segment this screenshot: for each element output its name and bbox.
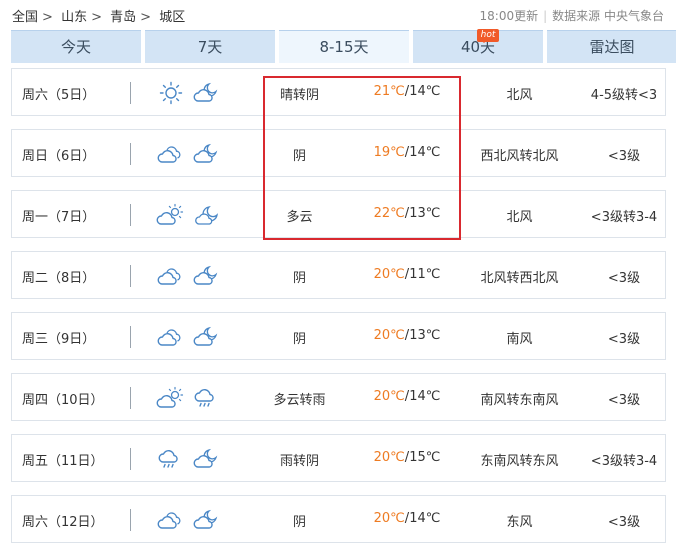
weather-description: 多云转雨	[273, 393, 326, 408]
cloudy-night-icon	[192, 264, 222, 288]
rain-icon	[156, 447, 186, 471]
low-temp: 11℃	[409, 267, 441, 282]
cloudy-night-icon	[192, 447, 222, 471]
wind-level: 4-5级转<3	[590, 88, 658, 103]
low-temp: 14℃	[409, 511, 441, 526]
wind-direction: 南风转东南风	[480, 393, 559, 408]
tab-label: 8-15天	[319, 38, 369, 56]
tab-label: 雷达图	[589, 38, 635, 56]
breadcrumb-province[interactable]: 山东	[61, 10, 87, 25]
day-label: 周二（8日）	[22, 271, 96, 286]
overcast-icon	[156, 325, 186, 349]
low-temp: 14℃	[409, 389, 441, 404]
temperature: 20℃/11℃	[362, 267, 452, 282]
high-temp: 20℃	[373, 450, 405, 465]
wind-level: <3级	[607, 149, 641, 164]
wind-direction: 北风转西北风	[480, 271, 559, 286]
day-label: 周日（6日）	[22, 149, 96, 164]
wind-direction: 东风	[506, 515, 533, 530]
divider	[130, 448, 131, 470]
temperature: 20℃/13℃	[362, 328, 452, 343]
overcast-icon	[156, 508, 186, 532]
weather-description: 阴	[292, 271, 306, 286]
wind-level: <3级	[607, 393, 641, 408]
tab-8-15-days[interactable]: 8-15天	[279, 30, 409, 63]
weather-description: 雨转阴	[279, 454, 319, 469]
wind-direction: 北风	[506, 88, 533, 103]
forecast-row: 周五（11日） 雨转阴 20℃/15℃ 东南风转东风 <3级转3-4	[11, 434, 666, 482]
breadcrumb: 全国 > 山东 > 青岛 > 城区	[12, 6, 188, 25]
cloudy-night-icon	[192, 142, 222, 166]
day-label: 周五（11日）	[22, 454, 104, 469]
wind-level: <3级	[607, 515, 641, 530]
divider	[130, 387, 131, 409]
breadcrumb-city[interactable]: 青岛	[110, 10, 136, 25]
cloudy-night-icon	[192, 81, 222, 105]
high-temp: 20℃	[373, 328, 405, 343]
rain-icon	[192, 386, 222, 410]
high-temp: 20℃	[373, 389, 405, 404]
forecast-row: 周三（9日） 阴 20℃/13℃ 南风 <3级	[11, 312, 666, 360]
wind-level: <3级转3-4	[590, 454, 658, 469]
divider	[130, 326, 131, 348]
breadcrumb-separator: >	[140, 10, 152, 25]
day-label: 周四（10日）	[22, 393, 104, 408]
wind-level: <3级转3-4	[590, 210, 658, 225]
weather-description: 阴	[292, 332, 306, 347]
moon-icon	[192, 203, 222, 227]
partly-cloudy-icon	[156, 203, 186, 227]
day-label: 周六（12日）	[22, 515, 104, 530]
low-temp: 13℃	[409, 328, 441, 343]
breadcrumb-separator: >	[91, 10, 102, 25]
tab-7-days[interactable]: 7天	[145, 30, 275, 63]
low-temp: 15℃	[409, 450, 441, 465]
day-label: 周一（7日）	[22, 210, 96, 225]
divider	[130, 265, 131, 287]
hot-badge: hot	[477, 29, 499, 43]
weather-description: 阴	[292, 515, 306, 530]
breadcrumb-separator: >	[42, 10, 53, 25]
data-source: 数据来源 中央气象台	[552, 9, 664, 23]
wind-level: <3级	[607, 271, 641, 286]
update-info: 18:00更新 | 数据来源 中央气象台	[480, 7, 664, 24]
day-label: 周六（5日）	[22, 88, 96, 103]
cloudy-night-icon	[192, 325, 222, 349]
forecast-row: 周六（12日） 阴 20℃/14℃ 东风 <3级	[11, 495, 666, 543]
divider: |	[543, 9, 548, 23]
temperature: 20℃/15℃	[362, 450, 452, 465]
update-time: 18:00更新	[479, 9, 539, 23]
breadcrumb-national[interactable]: 全国	[12, 10, 38, 25]
sun-icon	[156, 81, 186, 105]
forecast-row: 周二（8日） 阴 20℃/11℃ 北风转西北风 <3级	[11, 251, 666, 299]
tab-label: 7天	[197, 38, 223, 56]
high-temp: 20℃	[373, 267, 405, 282]
tab-40-days[interactable]: 40天 hot	[413, 29, 543, 63]
tab-radar[interactable]: 雷达图	[547, 30, 676, 63]
divider	[130, 509, 131, 531]
high-temp: 20℃	[373, 511, 405, 526]
overcast-icon	[156, 264, 186, 288]
wind-direction: 南风	[506, 332, 533, 347]
cloudy-night-icon	[192, 508, 222, 532]
overcast-icon	[156, 142, 186, 166]
temperature: 20℃/14℃	[362, 511, 452, 526]
divider	[130, 204, 131, 226]
wind-level: <3级	[607, 332, 641, 347]
divider	[130, 82, 131, 104]
breadcrumb-district: 城区	[159, 10, 186, 25]
day-label: 周三（9日）	[22, 332, 96, 347]
tab-today[interactable]: 今天	[11, 30, 141, 63]
top-bar: 全国 > 山东 > 青岛 > 城区 18:00更新 | 数据来源 中央气象台	[0, 0, 676, 28]
divider	[130, 143, 131, 165]
tab-label: 今天	[60, 38, 91, 56]
forecast-tabs: 今天 7天 8-15天 40天 hot 雷达图	[11, 29, 676, 63]
forecast-row: 周四（10日） 多云转雨 20℃/14℃ 南风转东南风 <3级	[11, 373, 666, 421]
temperature: 20℃/14℃	[362, 389, 452, 404]
wind-direction: 东南风转东风	[480, 454, 559, 469]
wind-direction: 北风	[506, 210, 533, 225]
wind-direction: 西北风转北风	[480, 149, 559, 164]
partly-cloudy-icon	[156, 386, 186, 410]
highlight-box	[263, 76, 461, 240]
